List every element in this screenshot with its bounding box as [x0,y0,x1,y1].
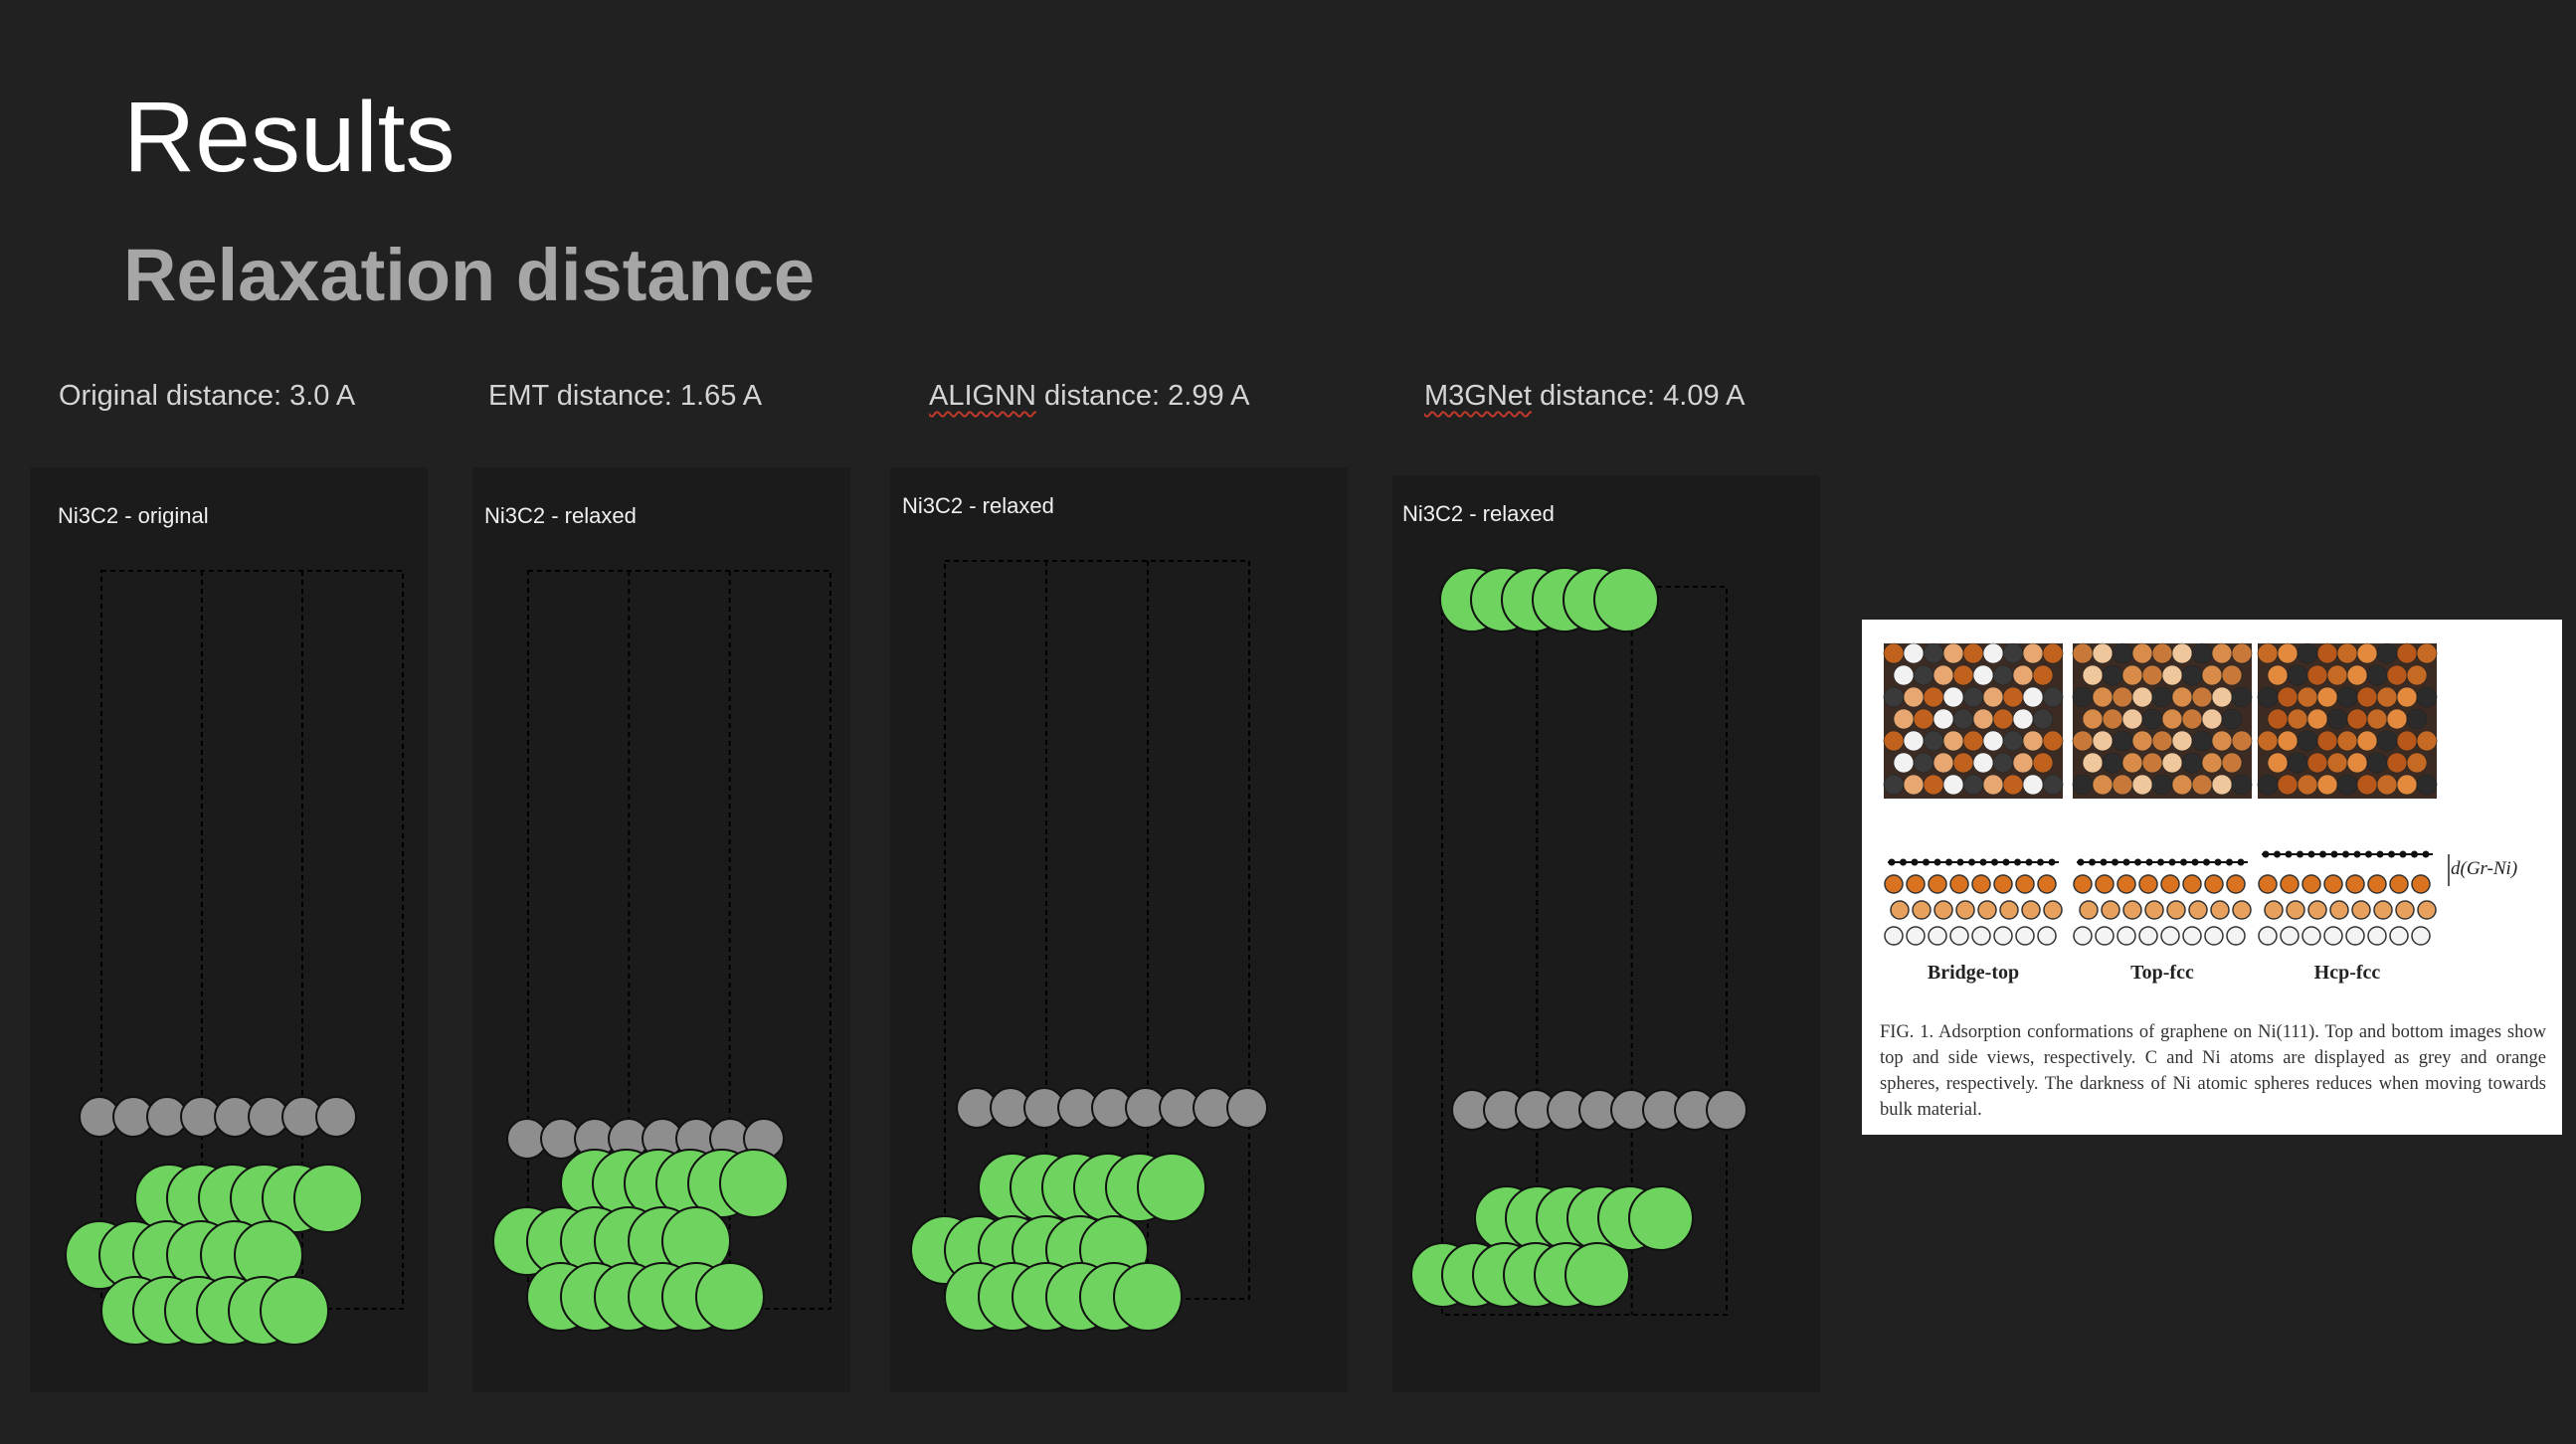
figure-caption: FIG. 1. Adsorption conformations of grap… [1880,1022,2546,1120]
reference-figure: d(Gr-Ni) Bridge-top Top-fcc Hcp-fcc FIG.… [1862,620,2562,1135]
top-view-tile [2257,642,2438,799]
side-view-tile [1884,858,2063,946]
nickel-atom [1137,1153,1206,1222]
nickel-atom [1593,567,1659,632]
figure-sublabel-top-fcc: Top-fcc [2130,962,2194,984]
carbon-atom [1706,1089,1748,1131]
nickel-atom [293,1164,363,1233]
nickel-atom [719,1149,789,1218]
top-view-tile [2072,642,2253,799]
nickel-atom [1628,1185,1694,1251]
nickel-atom [695,1262,765,1332]
figure-sublabel-hcp-fcc: Hcp-fcc [2313,962,2381,984]
nickel-atom [1564,1242,1630,1308]
top-view-tile [1883,642,2064,799]
nickel-atom [1113,1262,1183,1332]
carbon-atom [315,1096,357,1138]
side-view-tile [2258,850,2437,946]
carbon-atom [1226,1087,1268,1129]
side-view-tile [2073,858,2252,946]
nickel-atom [260,1276,329,1346]
figure-d-label: d(Gr-Ni) [2451,858,2518,879]
figure-sublabel-bridge-top: Bridge-top [1927,962,2020,984]
